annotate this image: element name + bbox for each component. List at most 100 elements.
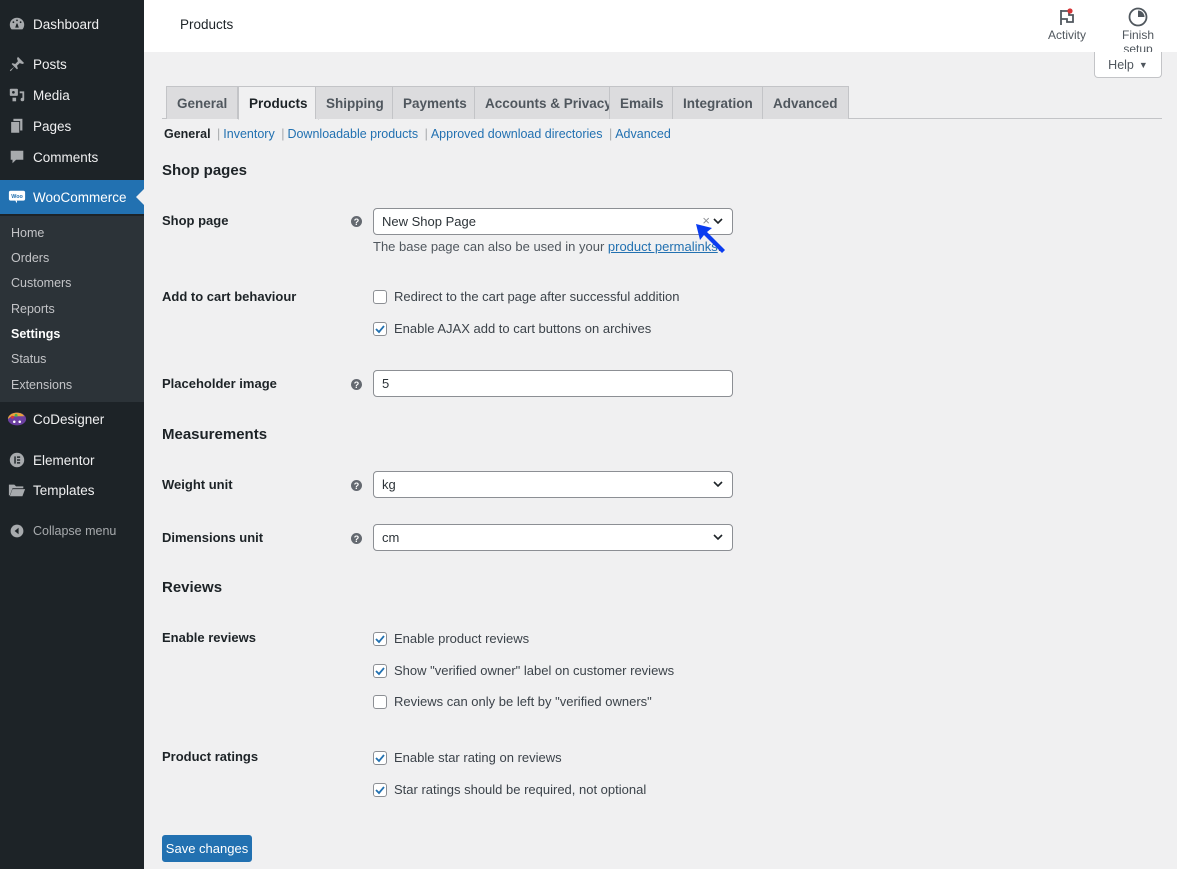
subnav-advanced[interactable]: Advanced (615, 127, 671, 141)
sidebar-item-codesigner[interactable]: CoDesigner (0, 404, 144, 434)
sidebar-item-woocommerce[interactable]: Woo WooCommerce (0, 180, 144, 214)
svg-text:Woo: Woo (11, 194, 23, 200)
sidebar-item-label: CoDesigner (33, 411, 105, 427)
caret-down-icon: ▼ (1138, 59, 1148, 70)
enable-product-reviews-checkbox[interactable] (373, 631, 387, 646)
enable-star-rating-option[interactable]: Enable star rating on reviews (373, 750, 562, 765)
ajax-add-to-cart-checkbox[interactable] (373, 321, 387, 336)
chevron-down-icon (712, 531, 724, 546)
star-rating-required-checkbox[interactable] (373, 782, 387, 797)
verified-owners-only-option[interactable]: Reviews can only be left by "verified ow… (373, 694, 652, 709)
star-rating-required-option[interactable]: Star ratings should be required, not opt… (373, 782, 646, 797)
sidebar-item-label: WooCommerce (33, 189, 127, 205)
progress-circle-icon (1106, 6, 1170, 28)
sidebar-item-label: Elementor (33, 452, 95, 468)
submenu-item-customers[interactable]: Customers (11, 276, 71, 290)
activity-button[interactable]: Activity (1044, 6, 1090, 42)
weight-unit-label: Weight unit (162, 477, 233, 492)
pin-icon (7, 54, 27, 74)
product-ratings-label: Product ratings (162, 749, 259, 764)
help-tip-icon[interactable]: ? (351, 379, 362, 390)
verified-owner-label-checkbox[interactable] (373, 663, 387, 678)
woo-icon: Woo (7, 187, 27, 207)
sidebar-item-templates[interactable]: Templates (0, 475, 144, 505)
shop-page-select[interactable]: New Shop Page × (373, 208, 733, 235)
collapse-menu-button[interactable]: Collapse menu (0, 516, 144, 546)
add-to-cart-label: Add to cart behaviour (162, 289, 297, 304)
placeholder-image-input[interactable]: 5 (373, 370, 733, 397)
shop-page-description: The base page can also be used in your p… (373, 239, 721, 254)
elementor-icon (7, 450, 27, 470)
sidebar-item-label: Dashboard (33, 16, 100, 32)
tab-general[interactable]: General (166, 86, 239, 119)
dashboard-icon (7, 14, 27, 34)
tab-integration[interactable]: Integration (672, 86, 764, 119)
shop-page-label: Shop page (162, 213, 229, 228)
tab-products[interactable]: Products (238, 86, 319, 120)
palette-icon (7, 409, 27, 429)
help-tip-icon[interactable]: ? (351, 533, 362, 544)
sidebar-item-comments[interactable]: Comments (0, 142, 144, 172)
verified-owners-only-checkbox[interactable] (373, 694, 387, 709)
enable-reviews-label: Enable reviews (162, 630, 256, 645)
submenu-item-orders[interactable]: Orders (11, 251, 49, 265)
sidebar-item-label: Media (33, 87, 70, 103)
help-tip-icon[interactable]: ? (351, 480, 362, 491)
finish-setup-button[interactable]: Finish setup (1106, 6, 1170, 56)
sidebar-item-dashboard[interactable]: Dashboard (0, 9, 144, 39)
subnav-downloadable-products[interactable]: Downloadable products (287, 127, 418, 141)
help-button[interactable]: Help ▼ (1094, 52, 1162, 78)
redirect-to-cart-option[interactable]: Redirect to the cart page after successf… (373, 289, 679, 304)
sidebar-item-media[interactable]: Media (0, 80, 144, 110)
sidebar-item-label: Templates (33, 482, 95, 498)
pointer-arrow-icon (694, 222, 730, 259)
submenu-item-extensions[interactable]: Extensions (11, 378, 72, 392)
tab-payments[interactable]: Payments (392, 86, 478, 119)
page-header: Products Activity Finish setup (144, 0, 1177, 56)
tab-shipping[interactable]: Shipping (315, 86, 395, 119)
shop-page-value: New Shop Page (382, 214, 476, 229)
sidebar-item-label: Comments (33, 149, 99, 165)
sidebar-item-label: Posts (33, 56, 67, 72)
enable-star-rating-checkbox[interactable] (373, 750, 387, 765)
redirect-to-cart-checkbox[interactable] (373, 289, 387, 304)
comment-icon (7, 147, 27, 167)
sidebar-item-pages[interactable]: Pages (0, 111, 144, 141)
section-title-measurements: Measurements (162, 426, 268, 443)
collapse-menu-label: Collapse menu (33, 524, 117, 538)
dimensions-unit-select[interactable]: cm (373, 524, 733, 551)
submenu-item-status[interactable]: Status (11, 352, 46, 366)
subnav-inventory[interactable]: Inventory (223, 127, 274, 141)
tab-accounts-privacy[interactable]: Accounts & Privacy (474, 86, 623, 119)
placeholder-image-label: Placeholder image (162, 376, 277, 391)
admin-sidebar: Dashboard Posts Media Pages Comments Woo… (0, 0, 144, 869)
weight-unit-select[interactable]: kg (373, 471, 733, 498)
sidebar-item-elementor[interactable]: Elementor (0, 445, 144, 475)
activity-label: Activity (1047, 28, 1086, 42)
submenu-item-reports[interactable]: Reports (11, 302, 55, 316)
section-subnav: General | Inventory | Downloadable product… (164, 127, 671, 141)
flag-icon (1044, 6, 1090, 28)
sidebar-item-label: Pages (33, 118, 72, 134)
media-icon (7, 85, 27, 105)
dimensions-unit-label: Dimensions unit (162, 530, 264, 545)
submenu-item-settings[interactable]: Settings (11, 327, 60, 341)
chevron-down-icon (712, 478, 724, 493)
pages-icon (7, 116, 27, 136)
save-changes-button[interactable]: Save changes (162, 835, 252, 862)
submenu-item-home[interactable]: Home (11, 226, 44, 240)
collapse-icon (7, 521, 27, 541)
subnav-general[interactable]: General (164, 127, 211, 141)
folder-icon (7, 480, 27, 500)
page-title: Products (180, 17, 234, 32)
tab-advanced[interactable]: Advanced (762, 86, 849, 119)
help-tip-icon[interactable]: ? (351, 216, 362, 227)
tab-emails[interactable]: Emails (609, 86, 675, 119)
enable-product-reviews-option[interactable]: Enable product reviews (373, 631, 529, 646)
subnav-approved-download-directories[interactable]: Approved download directories (431, 127, 603, 141)
sidebar-item-posts[interactable]: Posts (0, 49, 144, 79)
ajax-add-to-cart-option[interactable]: Enable AJAX add to cart buttons on archi… (373, 321, 651, 336)
woocommerce-submenu: Home Orders Customers Reports Settings S… (0, 216, 144, 402)
verified-owner-label-option[interactable]: Show "verified owner" label on customer … (373, 663, 674, 678)
section-title-reviews: Reviews (162, 579, 223, 596)
